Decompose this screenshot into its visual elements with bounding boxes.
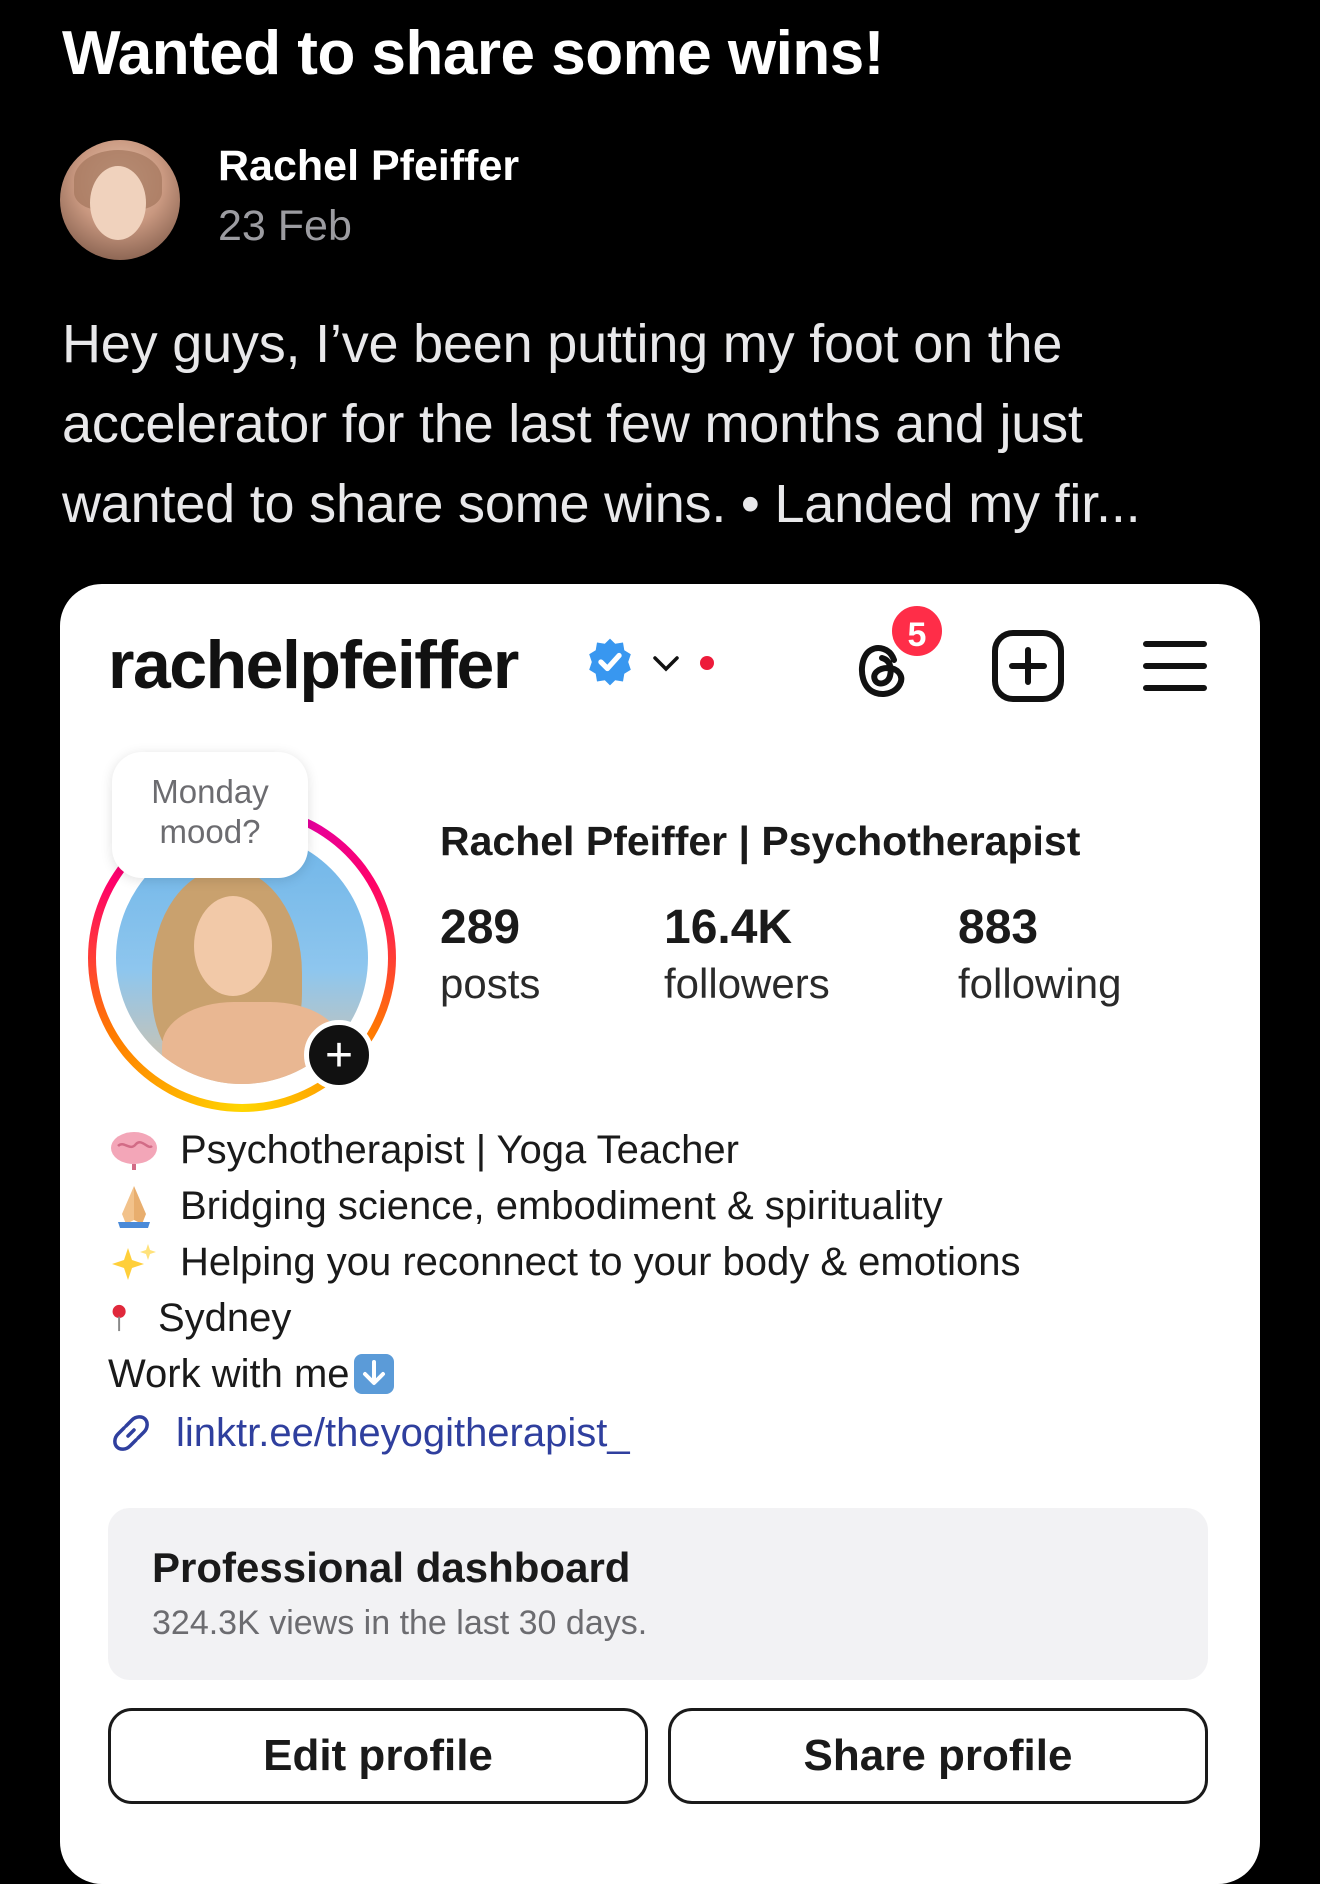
- add-story-icon[interactable]: +: [304, 1020, 374, 1090]
- bio-line: Sydney: [108, 1290, 1021, 1346]
- bio-line: Work with me: [108, 1346, 1021, 1402]
- unread-dot: [700, 656, 714, 670]
- bio-line: Psychotherapist | Yoga Teacher: [108, 1122, 1021, 1178]
- post-body-line: wanted to share some wins. • Landed my f…: [62, 474, 1141, 534]
- bio-line: Helping you reconnect to your body & emo…: [108, 1234, 1021, 1290]
- note-bubble[interactable]: Monday mood?: [112, 752, 308, 878]
- profile-link[interactable]: linktr.ee/theyogitherapist_: [108, 1410, 630, 1456]
- stat-followers[interactable]: 16.4K followers: [664, 900, 830, 1012]
- post-body-line: Hey guys, I’ve been putting my foot on t…: [62, 314, 1063, 374]
- bio-text: Sydney: [158, 1296, 292, 1340]
- dashboard-subtitle: 324.3K views in the last 30 days.: [152, 1604, 648, 1642]
- stat-posts[interactable]: 289 posts: [440, 900, 540, 1012]
- author-name[interactable]: Rachel Pfeiffer: [218, 142, 519, 191]
- stat-following[interactable]: 883 following: [958, 900, 1121, 1012]
- bio-line: Bridging science, embodiment & spiritual…: [108, 1178, 1021, 1234]
- down-arrow-icon: [353, 1354, 394, 1394]
- verified-badge-icon: [589, 638, 631, 686]
- chevron-down-icon[interactable]: [652, 654, 680, 674]
- edit-profile-button[interactable]: Edit profile: [108, 1708, 648, 1804]
- post-title: Wanted to share some wins!: [62, 19, 884, 88]
- professional-dashboard[interactable]: Professional dashboard 324.3K views in t…: [108, 1508, 1208, 1680]
- menu-icon[interactable]: [1142, 636, 1208, 696]
- profile-username: rachelpfeiffer: [108, 627, 519, 703]
- note-line: Monday: [151, 773, 269, 810]
- bio-text: Bridging science, embodiment & spiritual…: [180, 1184, 943, 1228]
- sparkles-icon: [112, 1244, 156, 1280]
- bio-text: Psychotherapist | Yoga Teacher: [180, 1128, 739, 1172]
- pin-icon: [112, 1304, 126, 1332]
- praying-hands-icon: [118, 1186, 150, 1228]
- link-icon: [113, 1415, 149, 1451]
- stat-label: followers: [664, 960, 830, 1007]
- bio-text: Work with me: [108, 1352, 350, 1396]
- post-body-line: accelerator for the last few months and …: [62, 394, 1083, 454]
- stat-value: 883: [958, 901, 1039, 954]
- post-body[interactable]: Hey guys, I’ve been putting my foot on t…: [62, 304, 1282, 544]
- stat-value: 289: [440, 901, 521, 954]
- author-avatar[interactable]: [60, 140, 180, 260]
- profile-display-name: Rachel Pfeiffer | Psychotherapist: [440, 818, 1081, 864]
- share-profile-button[interactable]: Share profile: [668, 1708, 1208, 1804]
- profile-bio: Psychotherapist | Yoga Teacher Bridging …: [108, 1122, 1021, 1402]
- bio-text: Helping you reconnect to your body & emo…: [180, 1240, 1021, 1284]
- note-line: mood?: [159, 813, 261, 850]
- notification-badge: 5: [888, 602, 946, 660]
- stat-label: posts: [440, 960, 541, 1007]
- profile-link-text[interactable]: linktr.ee/theyogitherapist_: [176, 1411, 630, 1456]
- create-post-icon[interactable]: [990, 628, 1066, 704]
- post-date: 23 Feb: [218, 202, 352, 250]
- dashboard-title: Professional dashboard: [152, 1544, 631, 1591]
- brain-icon: [111, 1132, 157, 1170]
- stat-value: 16.4K: [664, 901, 793, 954]
- stat-label: following: [958, 960, 1122, 1007]
- embedded-screenshot[interactable]: rachelpfeiffer 5 Monday mood? + Rachel P…: [60, 584, 1260, 1884]
